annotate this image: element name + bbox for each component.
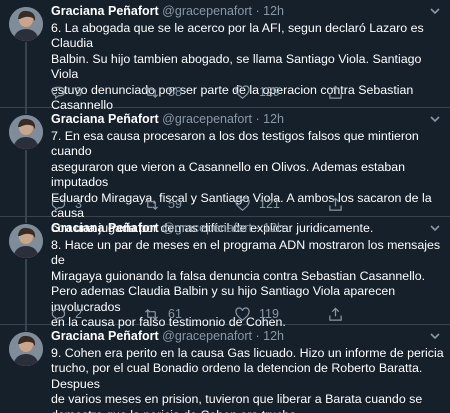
avatar[interactable] — [9, 115, 43, 149]
like-button[interactable]: 119 — [235, 306, 279, 322]
retweet-icon — [144, 198, 159, 210]
share-button[interactable] — [328, 196, 352, 212]
thread-line — [25, 42, 27, 108]
author-handle[interactable]: @gracepenafort — [162, 4, 252, 18]
thread-line — [25, 217, 27, 223]
tweet-text: 9. Cohen era perito en la causa Gas licu… — [51, 346, 444, 413]
chevron-down-icon[interactable] — [428, 5, 442, 17]
reply-icon — [51, 86, 66, 99]
share-icon — [329, 85, 342, 99]
avatar[interactable] — [9, 7, 43, 41]
timestamp[interactable]: 12h — [263, 112, 284, 126]
retweet-button[interactable]: 58 — [144, 84, 182, 100]
author-handle[interactable]: @gracepenafort — [162, 329, 252, 343]
like-count: 129 — [259, 85, 280, 99]
reply-button[interactable]: 3 — [51, 84, 82, 100]
retweet-button[interactable]: 59 — [144, 196, 182, 212]
timestamp[interactable]: 12h — [263, 221, 284, 235]
timestamp[interactable]: 12h — [263, 329, 284, 343]
tweet-item[interactable]: Graciana Peñafort @gracepenafort · 12h 7… — [0, 108, 450, 235]
reply-icon — [51, 198, 66, 211]
author-name[interactable]: Graciana Peñafort — [51, 221, 159, 235]
author-name[interactable]: Graciana Peñafort — [51, 112, 159, 126]
author-name[interactable]: Graciana Peñafort — [51, 4, 159, 18]
separator: · — [255, 221, 260, 235]
retweet-count: 61 — [168, 307, 182, 321]
reply-button[interactable]: 2 — [51, 306, 82, 322]
tweet-timeline: Graciana Peñafort @gracepenafort · 12h 6… — [0, 0, 450, 413]
share-button[interactable] — [328, 84, 352, 100]
avatar[interactable] — [9, 224, 43, 258]
heart-icon — [235, 306, 250, 321]
like-button[interactable]: 129 — [235, 84, 280, 100]
retweet-icon — [144, 308, 159, 320]
reply-icon — [51, 308, 66, 321]
timestamp[interactable]: 12h — [263, 4, 284, 18]
heart-icon — [235, 84, 250, 99]
reply-count: 3 — [75, 85, 82, 99]
chevron-down-icon[interactable] — [428, 330, 442, 342]
separator: · — [255, 112, 260, 126]
tweet-item[interactable]: Graciana Peñafort @gracepenafort · 12h 8… — [0, 217, 450, 329]
tweet-item[interactable]: Graciana Peñafort @gracepenafort · 12h 9… — [0, 325, 450, 413]
retweet-button[interactable]: 61 — [144, 306, 182, 322]
reply-count: 2 — [75, 307, 82, 321]
author-handle[interactable]: @gracepenafort — [162, 221, 252, 235]
like-count: 121 — [259, 197, 280, 211]
share-button[interactable] — [328, 306, 352, 322]
thread-line — [25, 108, 27, 114]
share-icon — [329, 307, 342, 321]
separator: · — [255, 329, 260, 343]
author-name[interactable]: Graciana Peñafort — [51, 329, 159, 343]
like-count: 119 — [259, 307, 279, 321]
retweet-count: 58 — [168, 85, 182, 99]
author-handle[interactable]: @gracepenafort — [162, 112, 252, 126]
share-icon — [329, 197, 342, 211]
reply-button[interactable]: 3 — [51, 196, 82, 212]
reply-count: 3 — [75, 197, 82, 211]
like-button[interactable]: 121 — [235, 196, 280, 212]
chevron-down-icon[interactable] — [428, 222, 442, 234]
thread-line — [25, 150, 27, 217]
heart-icon — [235, 196, 250, 211]
tweet-item[interactable]: Graciana Peñafort @gracepenafort · 12h 6… — [0, 0, 450, 112]
avatar[interactable] — [9, 332, 43, 366]
separator: · — [255, 4, 260, 18]
thread-line — [25, 259, 27, 325]
chevron-down-icon[interactable] — [428, 113, 442, 125]
retweet-count: 59 — [168, 197, 182, 211]
retweet-icon — [144, 86, 159, 98]
thread-line — [25, 325, 27, 331]
